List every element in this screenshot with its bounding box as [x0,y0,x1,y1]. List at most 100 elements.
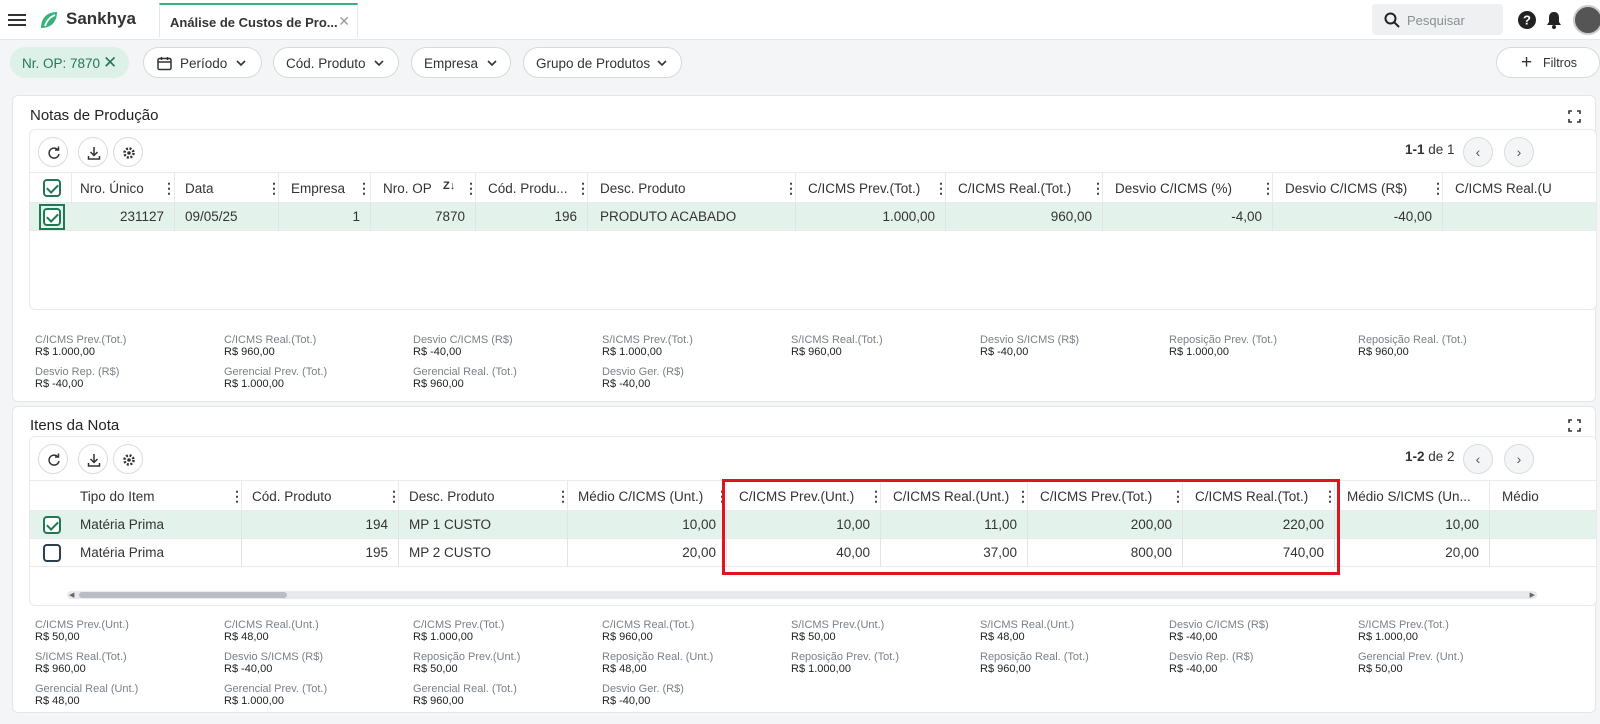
column-menu-icon[interactable]: ⋮ [556,488,567,505]
next-page-button[interactable]: › [1504,137,1534,167]
total-item: Reposição Prev.(Unt.) R$ 50,00 [413,651,520,675]
scroll-right-icon[interactable]: ▶ [1530,591,1535,599]
scrollbar-thumb[interactable] [79,592,287,598]
column-menu-icon[interactable]: ⋮ [1091,180,1102,197]
col-desc-produto[interactable]: Desc. Produto ⋮ [588,173,796,204]
column-menu-icon[interactable]: ⋮ [934,180,945,197]
column-menu-icon[interactable]: ⋮ [1261,180,1272,197]
col-medio-sicms-unt[interactable]: Médio S/ICMS (Un... [1335,481,1490,512]
cell-cod-produto: 195 [242,539,399,567]
notas-grid: 1-1 de 1 ‹ › Nro. Único ⋮ Data ⋮ Empresa ⋮ … [29,129,1597,310]
column-menu-icon[interactable]: ⋮ [784,180,795,197]
row-checkbox[interactable] [43,208,61,226]
expand-icon[interactable] [1568,110,1581,123]
scroll-left-icon[interactable]: ◀ [69,591,74,599]
col-empresa[interactable]: Empresa ⋮ [279,173,371,204]
column-menu-icon[interactable]: ⋮ [357,180,370,197]
column-menu-icon[interactable]: ⋮ [387,488,398,505]
help-icon[interactable]: ? [1517,10,1537,30]
column-menu-icon[interactable]: ⋮ [1431,180,1442,197]
total-label: Desvio C/ICMS (R$) [413,334,513,346]
bell-icon[interactable] [1544,10,1564,30]
total-item: Desvio S/ICMS (R$) R$ -40,00 [224,651,323,675]
horizontal-scrollbar[interactable]: ◀ ▶ [67,591,1537,599]
menu-icon[interactable] [8,11,26,29]
total-value: R$ 1.000,00 [413,631,473,643]
total-value: R$ 48,00 [35,695,80,707]
svg-text:?: ? [1523,13,1531,28]
column-menu-icon[interactable]: ⋮ [230,488,241,505]
column-menu-icon[interactable]: ⋮ [162,180,174,197]
download-button[interactable] [78,137,108,167]
download-button[interactable] [78,444,108,474]
column-menu-icon[interactable]: ⋮ [464,180,475,197]
filter-periodo[interactable]: Período [143,47,262,78]
chevron-left-icon: ‹ [1475,451,1481,467]
expand-icon[interactable] [1568,419,1581,432]
col-medio[interactable]: Médio [1490,481,1596,512]
total-value: R$ 960,00 [35,663,86,675]
col-cicms-prev-tot[interactable]: C/ICMS Prev.(Tot.) ⋮ [796,173,946,204]
total-item: Gerencial Prev. (Tot.) R$ 1.000,00 [224,683,327,707]
column-menu-icon[interactable]: ⋮ [267,180,278,197]
search-input[interactable]: Pesquisar [1372,4,1503,35]
col-cod-produto[interactable]: Cód. Produ... ⋮ [476,173,588,204]
total-value: R$ 1.000,00 [791,663,851,675]
total-label: C/ICMS Real.(Tot.) [224,334,317,346]
next-page-button[interactable]: › [1504,444,1534,474]
settings-button[interactable] [113,137,143,167]
pager-total: de 1 [1428,142,1455,157]
col-tipo-item[interactable]: Tipo do Item ⋮ [72,481,242,512]
col-medio-cicms-unt[interactable]: Médio C/ICMS (Unt.)⋮ [568,481,727,512]
col-cicms-real-unt[interactable]: C/ICMS Real.(U [1443,173,1596,204]
row-select-cell [30,203,72,231]
total-value: R$ -40,00 [980,346,1029,358]
col-cicms-real-tot[interactable]: C/ICMS Real.(Tot.) ⋮ [946,173,1103,204]
filter-grupo-produtos[interactable]: Grupo de Produtos [523,47,682,78]
refresh-icon [48,453,60,466]
tab-analise-custos[interactable]: Análise de Custos de Pro... ✕ [159,3,358,37]
cell-medio-cicms-unt: 10,00 [568,511,727,539]
settings-button[interactable] [113,444,143,474]
col-desvio-cicms-rs[interactable]: Desvio C/ICMS (R$) ⋮ [1273,173,1443,204]
total-value: R$ 50,00 [1358,663,1403,675]
total-label: Desvio Rep. (R$) [35,366,120,378]
row-checkbox[interactable] [43,516,61,534]
col-nro-unico[interactable]: Nro. Único ⋮ [72,173,175,204]
prev-page-button[interactable]: ‹ [1463,137,1493,167]
select-all-checkbox[interactable] [43,179,61,197]
cell-desc-produto: MP 1 CUSTO [399,511,568,539]
column-menu-icon[interactable]: ⋮ [576,180,587,197]
total-label: Gerencial Prev. (Unt.) [1358,651,1464,663]
prev-page-button[interactable]: ‹ [1463,444,1493,474]
sort-icon[interactable]: Z↓ [443,180,455,192]
refresh-button[interactable] [38,137,68,167]
filter-chip-op[interactable]: Nr. OP: 7870 ✕ [10,47,129,78]
col-label: Médio S/ICMS (Un... [1347,489,1471,504]
close-icon[interactable]: ✕ [103,53,117,73]
col-cod-produto[interactable]: Cód. Produto ⋮ [242,481,399,512]
cell-medio-sicms-unt: 10,00 [1335,511,1490,539]
refresh-button[interactable] [38,444,68,474]
col-data[interactable]: Data ⋮ [175,173,279,204]
filter-empresa[interactable]: Empresa [411,47,511,78]
select-all-cell [30,481,72,512]
filtros-button[interactable]: + Filtros [1496,47,1600,78]
row-select-cell [30,539,72,567]
brand-name: Sankhya [66,9,136,28]
avatar[interactable] [1573,5,1600,35]
col-label: Médio [1502,489,1539,504]
gear-icon [123,147,135,159]
total-label: C/ICMS Prev.(Tot.) [35,334,127,346]
close-icon[interactable]: ✕ [338,13,350,30]
top-bar: Sankhya Análise de Custos de Pro... ✕ Pe… [0,0,1600,40]
row-checkbox[interactable] [43,544,61,562]
col-desc-produto[interactable]: Desc. Produto ⋮ [399,481,568,512]
filter-cod-produto[interactable]: Cód. Produto [273,47,399,78]
table-row[interactable]: 231127 09/05/25 1 7870 196 PRODUTO ACABA… [30,203,1596,231]
itens-grid: 1-2 de 2 ‹ › Tipo do Item ⋮ Cód. Produto ⋮… [29,436,1597,606]
col-desvio-cicms-pct[interactable]: Desvio C/ICMS (%) ⋮ [1103,173,1273,204]
col-nro-op[interactable]: Nro. OP Z↓ ⋮ [371,173,476,204]
itens-pager: 1-2 de 2 [1405,449,1455,464]
total-label: Reposição Prev.(Unt.) [413,651,521,663]
